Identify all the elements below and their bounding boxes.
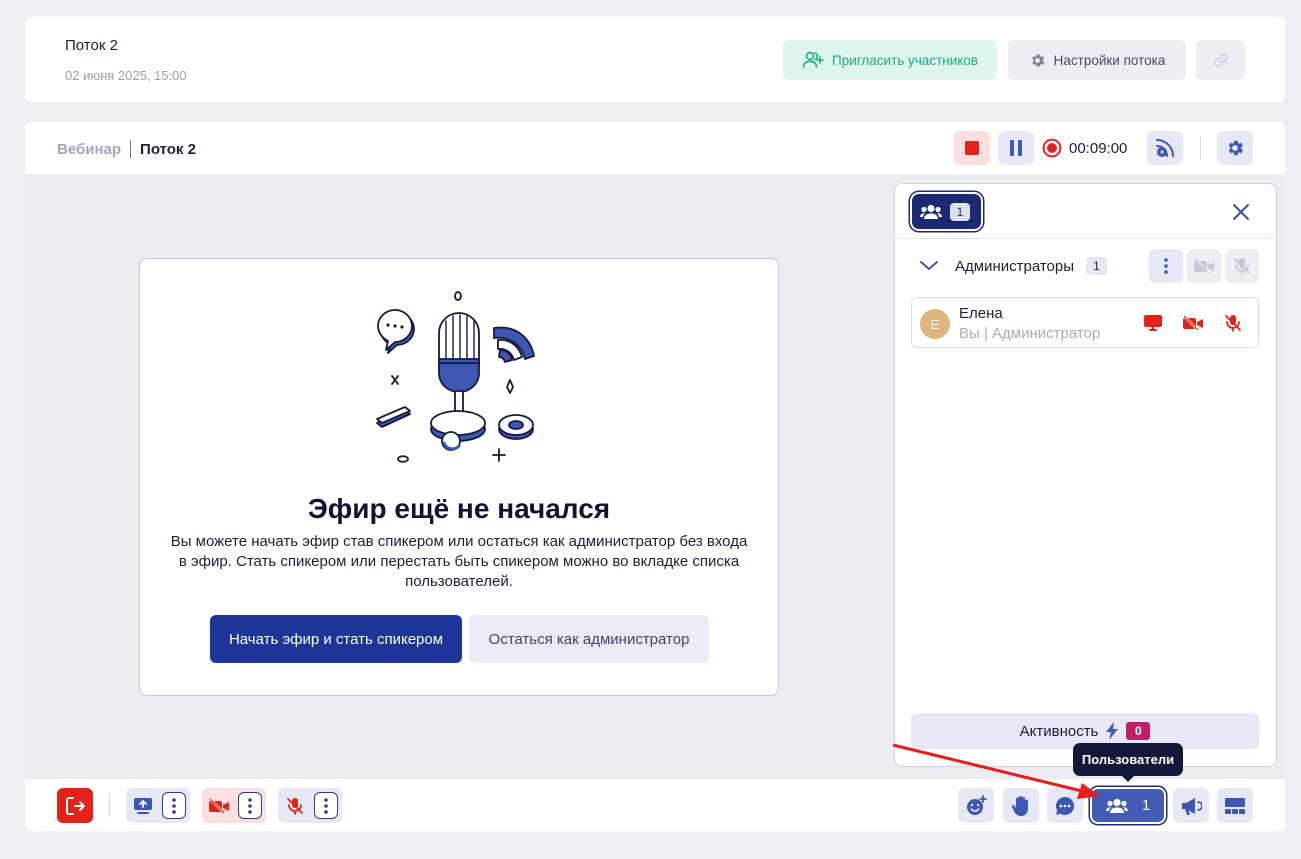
- more-vertical-icon: [248, 797, 252, 814]
- panel-divider: [895, 238, 1275, 239]
- mic-off-icon: [286, 797, 304, 815]
- start-broadcast-button[interactable]: Начать эфир и стать спикером: [210, 615, 462, 663]
- gear-icon: [1225, 138, 1245, 158]
- screen-share-more-button[interactable]: [162, 792, 186, 819]
- admins-group-header: Администраторы 1: [895, 248, 1275, 284]
- record-icon: [1042, 138, 1062, 158]
- admins-group-label: Администраторы: [955, 258, 1075, 275]
- raise-hand-button[interactable]: [1003, 788, 1039, 823]
- room-settings-button[interactable]: [1217, 131, 1253, 165]
- mic-more-button[interactable]: [314, 792, 338, 819]
- mic-off-icon: [1224, 314, 1242, 332]
- screen-share-group: [126, 788, 190, 823]
- user-name: Елена: [959, 305, 1003, 322]
- users-panel: 1 Администраторы 1 Е Елена Вы | Админист…: [894, 183, 1277, 767]
- user-screen-button[interactable]: [1142, 312, 1164, 334]
- microphone-illustration: [370, 283, 550, 478]
- screen-share-button[interactable]: [130, 793, 156, 819]
- add-users-icon: [802, 51, 824, 69]
- chevron-down-icon[interactable]: [919, 258, 939, 272]
- layout-grid-icon: [1224, 797, 1246, 815]
- more-vertical-icon: [324, 797, 328, 814]
- link-icon: [1213, 52, 1229, 68]
- camera-off-icon: [208, 797, 230, 814]
- user-row[interactable]: Е Елена Вы | Администратор: [911, 297, 1259, 348]
- tab-users-count: 1: [950, 202, 970, 221]
- stay-as-admin-button[interactable]: Остаться как администратор: [469, 615, 709, 663]
- webinar-room: Вебинар Поток 2 00:09:00 Эфир ещё не нач…: [25, 122, 1285, 831]
- camera-more-button[interactable]: [238, 792, 262, 819]
- mic-off-icon: [1233, 257, 1251, 275]
- room-header: Вебинар Поток 2 00:09:00: [25, 122, 1285, 174]
- recording-status: 00:09:00: [1042, 138, 1127, 158]
- avatar: Е: [920, 309, 950, 339]
- group-camera-off-button[interactable]: [1187, 249, 1221, 283]
- pause-broadcast-button[interactable]: [998, 131, 1034, 165]
- gear-icon: [1029, 52, 1046, 69]
- lightning-icon: [1106, 722, 1119, 740]
- user-mic-button[interactable]: [1222, 312, 1244, 334]
- toolbar-divider: [109, 793, 110, 817]
- stream-title: Поток 2: [65, 37, 118, 54]
- users-icon: [1105, 798, 1128, 814]
- more-vertical-icon: [1164, 258, 1168, 274]
- users-count: 1: [1141, 797, 1151, 814]
- user-camera-button[interactable]: [1182, 312, 1204, 334]
- breadcrumb-separator: [130, 140, 132, 158]
- users-toggle-button[interactable]: 1: [1092, 789, 1164, 822]
- stream-header-card: Поток 2 02 июня 2025, 15:00 Пригласить у…: [25, 17, 1285, 102]
- reactions-button[interactable]: [958, 788, 994, 823]
- camera-off-icon: [1182, 315, 1204, 331]
- close-panel-button[interactable]: [1228, 199, 1254, 225]
- users-icon: [920, 204, 942, 220]
- activity-label: Активность: [1019, 722, 1099, 740]
- breadcrumb-webinar[interactable]: Вебинар: [57, 141, 121, 158]
- camera-group: [202, 788, 266, 823]
- breadcrumb-stream: Поток 2: [140, 140, 196, 158]
- close-icon: [1232, 203, 1250, 221]
- breadcrumb: Вебинар Поток 2: [57, 140, 196, 158]
- chat-icon: [1054, 795, 1076, 817]
- stop-icon: [965, 141, 979, 155]
- camera-off-icon: [1193, 258, 1215, 274]
- header-divider: [1200, 136, 1201, 160]
- bottom-toolbar: 1: [25, 779, 1285, 831]
- admins-group-count: 1: [1086, 257, 1107, 275]
- stream-settings-button[interactable]: Настройки потока: [1008, 40, 1186, 80]
- stream-date: 02 июня 2025, 15:00: [65, 68, 187, 83]
- copy-link-button[interactable]: [1196, 40, 1245, 80]
- broadcast-not-started-card: Эфир ещё не начался Вы можете начать эфи…: [139, 258, 779, 696]
- layout-button[interactable]: [1217, 788, 1253, 823]
- emoji-add-icon: [965, 794, 987, 817]
- announcement-button[interactable]: [1173, 788, 1209, 823]
- leave-room-button[interactable]: [57, 788, 93, 823]
- recording-timer: 00:09:00: [1069, 139, 1128, 157]
- camera-toggle-button[interactable]: [206, 793, 232, 819]
- hand-icon: [1011, 795, 1031, 817]
- broadcast-stream-button[interactable]: [1147, 131, 1183, 165]
- screen-share-icon: [133, 797, 153, 815]
- stream-settings-label: Настройки потока: [1053, 52, 1166, 68]
- user-role: Вы | Администратор: [959, 325, 1101, 342]
- mic-toggle-button[interactable]: [282, 793, 308, 819]
- chat-button[interactable]: [1047, 788, 1083, 823]
- invite-participants-label: Пригласить участников: [832, 52, 978, 68]
- more-vertical-icon: [172, 797, 176, 814]
- invite-participants-button[interactable]: Пригласить участников: [783, 40, 997, 80]
- microphone-group: [278, 788, 342, 823]
- exit-icon: [65, 796, 85, 816]
- megaphone-icon: [1180, 796, 1202, 816]
- broadcast-not-started-title: Эфир ещё не начался: [307, 493, 611, 524]
- tooltip-pointer: [1121, 775, 1135, 782]
- users-tooltip: Пользователи: [1073, 743, 1183, 776]
- group-more-button[interactable]: [1149, 249, 1183, 283]
- group-mic-off-button[interactable]: [1225, 249, 1259, 283]
- broadcast-icon: [1154, 137, 1176, 159]
- screen-share-off-icon: [1143, 314, 1163, 332]
- stop-broadcast-button[interactable]: [954, 131, 990, 165]
- tab-users[interactable]: 1: [912, 194, 981, 229]
- activity-count: 0: [1126, 722, 1151, 740]
- broadcast-not-started-description: Вы можете начать эфир став спикером или …: [170, 533, 748, 590]
- pause-icon: [1009, 140, 1023, 156]
